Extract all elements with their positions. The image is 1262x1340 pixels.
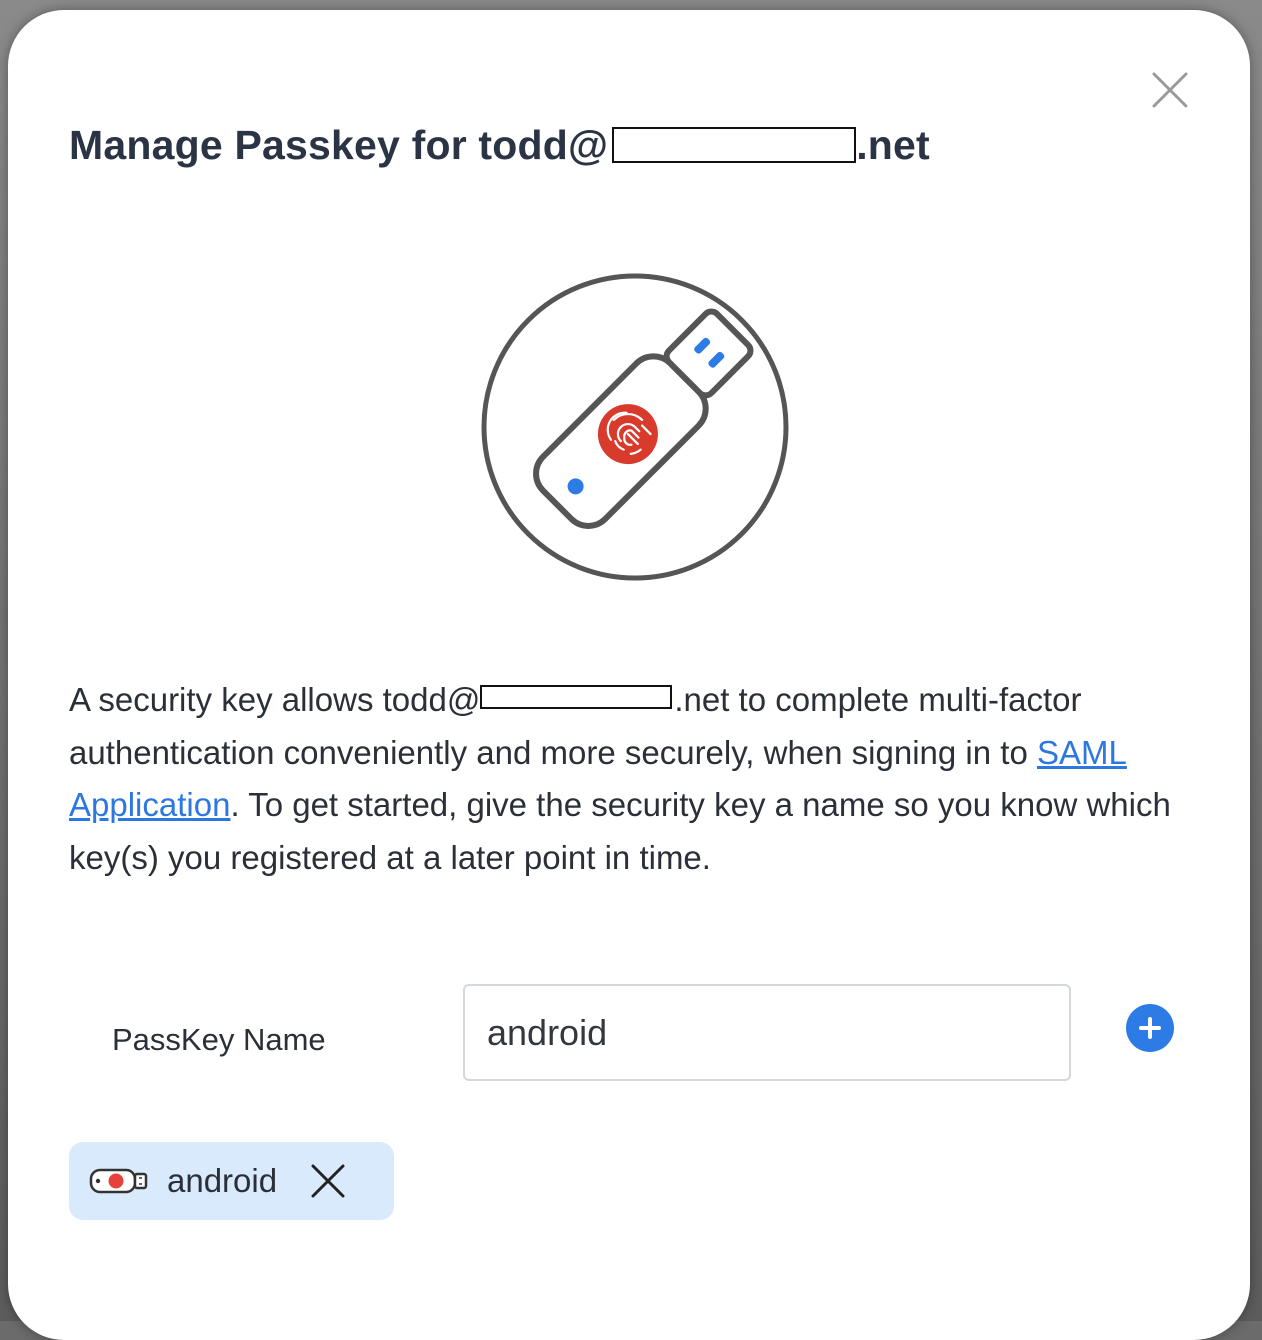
redacted-domain bbox=[480, 685, 673, 710]
title-prefix: Manage Passkey for todd@ bbox=[69, 122, 609, 168]
passkey-name-label: PassKey Name bbox=[112, 1022, 326, 1057]
close-icon bbox=[311, 1164, 345, 1198]
security-key-fingerprint-icon bbox=[481, 273, 789, 581]
description-part1: A security key allows todd@ bbox=[69, 681, 481, 718]
description-text: A security key allows todd@ .net to compl… bbox=[69, 674, 1204, 884]
plus-circle-icon bbox=[1139, 1017, 1161, 1039]
dialog-title: Manage Passkey for todd@ .net bbox=[69, 122, 930, 169]
add-passkey-button[interactable] bbox=[1126, 1004, 1174, 1052]
remove-passkey-button[interactable] bbox=[309, 1162, 347, 1200]
passkey-chip: android bbox=[69, 1142, 394, 1220]
redacted-domain bbox=[612, 127, 857, 164]
usb-key-icon bbox=[89, 1168, 148, 1194]
passkey-name-input[interactable] bbox=[463, 984, 1071, 1081]
description-part3: . To get started, give the security key … bbox=[69, 786, 1171, 876]
manage-passkey-dialog: Manage Passkey for todd@ .net A security… bbox=[8, 10, 1250, 1340]
title-suffix: .net bbox=[856, 122, 930, 168]
passkey-chip-label: android bbox=[167, 1162, 278, 1199]
close-icon bbox=[1152, 72, 1188, 108]
close-dialog-button[interactable] bbox=[1148, 68, 1192, 112]
